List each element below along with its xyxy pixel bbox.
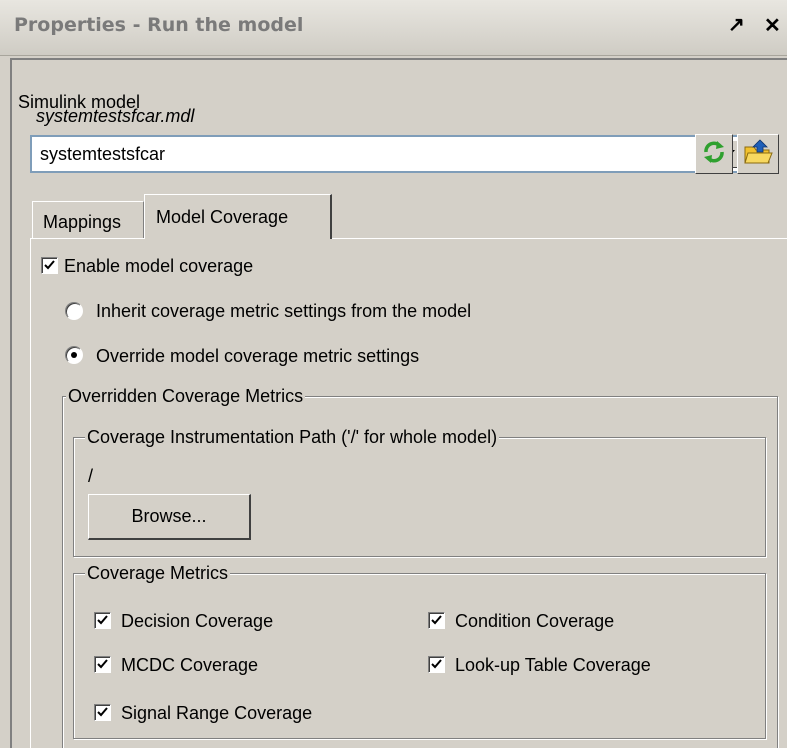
- tab-model-coverage-label: Model Coverage: [156, 207, 289, 227]
- enable-coverage-label[interactable]: Enable model coverage: [64, 256, 253, 277]
- override-settings-label[interactable]: Override model coverage metric settings: [96, 346, 419, 367]
- override-settings-radio[interactable]: [65, 346, 83, 364]
- model-select[interactable]: systemtestsfcar: [30, 135, 749, 173]
- close-icon[interactable]: ✕: [764, 13, 781, 38]
- panel-title: Properties - Run the model: [14, 14, 304, 36]
- inherit-settings-radio[interactable]: [65, 302, 83, 320]
- refresh-icon: [700, 138, 728, 171]
- decision-coverage-label[interactable]: Decision Coverage: [121, 611, 273, 632]
- enable-coverage-checkbox[interactable]: [41, 257, 58, 274]
- tab-mappings[interactable]: Mappings: [32, 201, 144, 238]
- signal-range-coverage-checkbox[interactable]: [94, 704, 111, 721]
- browse-button[interactable]: Browse...: [88, 494, 251, 540]
- lookup-table-coverage-label[interactable]: Look-up Table Coverage: [455, 655, 651, 676]
- model-file-name: systemtestsfcar.mdl: [36, 106, 195, 126]
- inherit-settings-label[interactable]: Inherit coverage metric settings from th…: [96, 301, 471, 322]
- coverage-metrics-title: Coverage Metrics: [85, 563, 231, 584]
- model-select-value: systemtestsfcar: [40, 144, 166, 164]
- open-model-button[interactable]: [737, 134, 779, 174]
- mcdc-coverage-checkbox[interactable]: [94, 656, 111, 673]
- signal-range-coverage-label[interactable]: Signal Range Coverage: [121, 703, 312, 724]
- condition-coverage-label[interactable]: Condition Coverage: [455, 611, 614, 632]
- tab-model-coverage[interactable]: Model Coverage: [144, 194, 332, 239]
- open-folder-icon: [743, 138, 773, 171]
- overridden-metrics-title: Overridden Coverage Metrics: [66, 386, 306, 407]
- refresh-button[interactable]: [695, 134, 733, 174]
- lookup-table-coverage-checkbox[interactable]: [428, 656, 445, 673]
- panel-title-bar: Properties - Run the model ↗ ✕: [0, 0, 787, 56]
- undock-icon[interactable]: ↗: [728, 12, 745, 37]
- instrumentation-path-title: Coverage Instrumentation Path ('/' for w…: [85, 427, 500, 448]
- tab-mappings-label: Mappings: [43, 212, 122, 232]
- decision-coverage-checkbox[interactable]: [94, 612, 111, 629]
- condition-coverage-checkbox[interactable]: [428, 612, 445, 629]
- mcdc-coverage-label[interactable]: MCDC Coverage: [121, 655, 258, 676]
- instrumentation-path-value: /: [88, 466, 94, 486]
- radio-selected-dot: [71, 352, 77, 358]
